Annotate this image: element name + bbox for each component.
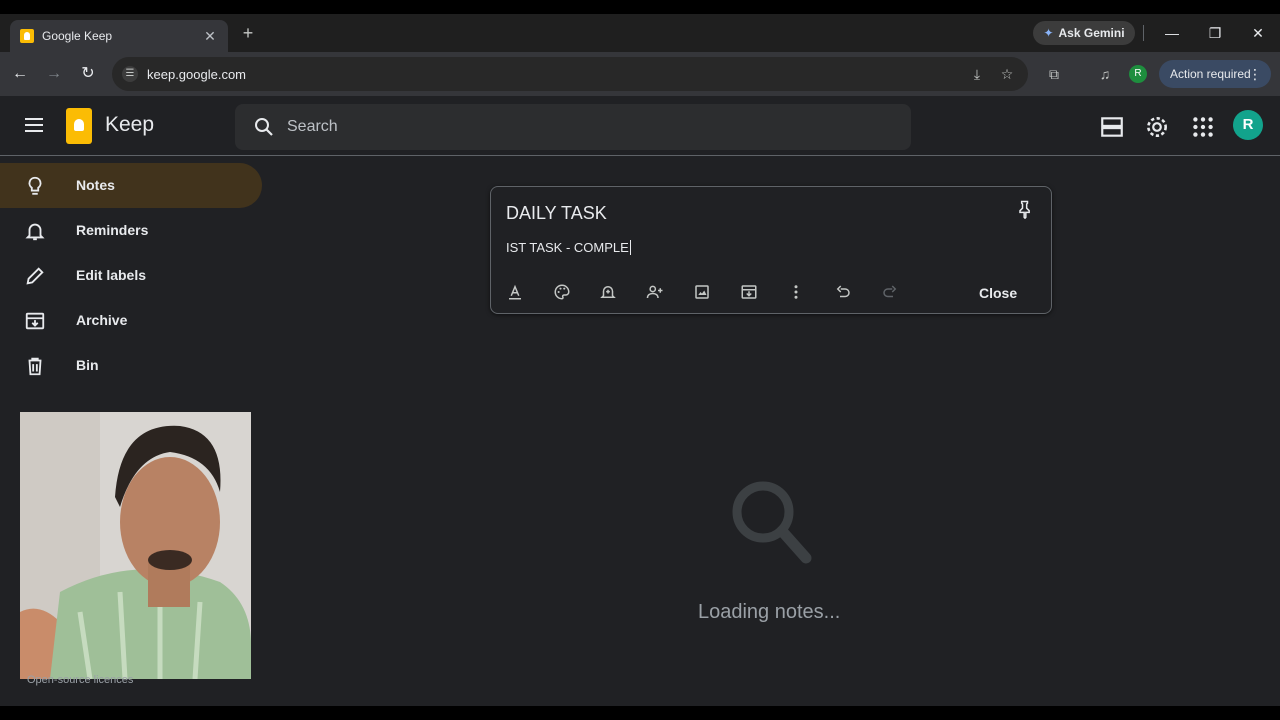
- browser-toolbar: ← → ↻ ☰ keep.google.com ⤓ ☆ ⧉ ♫ R Action…: [0, 52, 1280, 96]
- sidebar-item-label: Bin: [76, 357, 99, 373]
- sidebar-item-reminders[interactable]: Reminders: [0, 208, 262, 253]
- back-icon[interactable]: ←: [9, 63, 31, 85]
- search-icon[interactable]: [252, 115, 276, 139]
- keep-favicon-icon: [20, 29, 34, 43]
- address-bar[interactable]: ☰ keep.google.com ⤓ ☆: [112, 57, 1028, 91]
- ask-gemini-label: Ask Gemini: [1058, 26, 1125, 40]
- sidebar-nav: Notes Reminders Edit labels Archive Bin: [0, 163, 280, 388]
- more-vert-icon: ⋮: [1248, 66, 1262, 82]
- sidebar-item-label: Archive: [76, 312, 128, 328]
- browser-tab[interactable]: Google Keep ✕: [10, 20, 228, 52]
- restore-icon[interactable]: ❐: [1204, 22, 1226, 44]
- archive-icon: [25, 312, 45, 330]
- close-note-button[interactable]: Close: [979, 285, 1017, 301]
- more-options-icon[interactable]: [787, 283, 805, 301]
- trash-icon: [28, 357, 42, 376]
- action-required-label: Action required: [1170, 67, 1251, 81]
- main-menu-icon[interactable]: [22, 114, 46, 138]
- archive-icon[interactable]: [740, 283, 758, 301]
- profile-avatar-small[interactable]: R: [1129, 65, 1147, 83]
- pin-icon[interactable]: [1015, 199, 1035, 219]
- media-control-icon[interactable]: ♫: [1095, 64, 1115, 84]
- webcam-overlay: [20, 412, 251, 679]
- sidebar-item-label: Reminders: [76, 222, 149, 238]
- new-tab-button[interactable]: +: [238, 23, 258, 43]
- sidebar-item-archive[interactable]: Archive: [0, 298, 262, 343]
- collaborator-icon[interactable]: [646, 283, 664, 301]
- text-format-icon[interactable]: [506, 283, 524, 301]
- lightbulb-icon: [28, 176, 42, 195]
- undo-icon[interactable]: [834, 283, 852, 301]
- minimize-icon[interactable]: —: [1161, 22, 1183, 44]
- note-title-field[interactable]: DAILY TASK: [506, 203, 607, 224]
- ask-gemini-button[interactable]: ✦ Ask Gemini: [1033, 21, 1135, 45]
- settings-gear-icon[interactable]: [1144, 114, 1170, 140]
- sidebar-item-notes[interactable]: Notes: [0, 163, 262, 208]
- gemini-spark-icon: ✦: [1043, 26, 1054, 40]
- bookmark-star-icon[interactable]: ☆: [998, 65, 1016, 83]
- list-view-icon[interactable]: [1099, 114, 1125, 140]
- redo-icon[interactable]: [881, 283, 899, 301]
- sidebar-item-label: Notes: [76, 177, 115, 193]
- tab-title: Google Keep: [42, 29, 113, 43]
- apps-grid-icon[interactable]: [1190, 114, 1216, 140]
- close-tab-icon[interactable]: ✕: [202, 28, 218, 45]
- loading-search-icon: [732, 481, 812, 564]
- action-required-button[interactable]: Action required ⋮: [1159, 60, 1271, 88]
- forward-icon[interactable]: →: [43, 63, 65, 85]
- sidebar-item-bin[interactable]: Bin: [0, 343, 262, 388]
- site-info-icon[interactable]: ☰: [122, 66, 138, 82]
- search-input[interactable]: [287, 113, 887, 141]
- close-window-icon[interactable]: ✕: [1247, 22, 1269, 44]
- screen: Google Keep ✕ + ✦ Ask Gemini — ❐ ✕ ← → ↻…: [0, 14, 1280, 706]
- open-source-licences-link[interactable]: Open-source licences: [27, 674, 133, 686]
- install-app-icon[interactable]: ⤓: [968, 65, 986, 83]
- bell-icon: [25, 223, 45, 241]
- note-body-field[interactable]: IST TASK - COMPLE: [506, 240, 631, 255]
- sidebar-item-edit-labels[interactable]: Edit labels: [0, 253, 262, 298]
- divider: [1143, 25, 1144, 41]
- loading-notes-text: Loading notes...: [698, 601, 841, 623]
- keep-header: Keep R: [0, 96, 1280, 156]
- search-bar: [235, 104, 911, 150]
- tab-search-icon[interactable]: ⧉: [1044, 64, 1064, 84]
- browser-tab-strip: Google Keep ✕ + ✦ Ask Gemini — ❐ ✕: [0, 14, 1280, 52]
- keep-logo-icon: [66, 108, 92, 144]
- pencil-icon: [26, 267, 44, 285]
- app-name[interactable]: Keep: [105, 113, 154, 137]
- note-editor: DAILY TASK IST TASK - COMPLE Close: [490, 186, 1052, 314]
- remind-me-icon[interactable]: [599, 283, 617, 301]
- add-image-icon[interactable]: [693, 283, 711, 301]
- reload-icon[interactable]: ↻: [77, 63, 99, 85]
- url-text[interactable]: keep.google.com: [147, 67, 246, 82]
- sidebar-item-label: Edit labels: [76, 267, 147, 283]
- palette-icon[interactable]: [553, 283, 571, 301]
- account-avatar[interactable]: R: [1233, 110, 1263, 140]
- webcam-person-image: [20, 412, 251, 679]
